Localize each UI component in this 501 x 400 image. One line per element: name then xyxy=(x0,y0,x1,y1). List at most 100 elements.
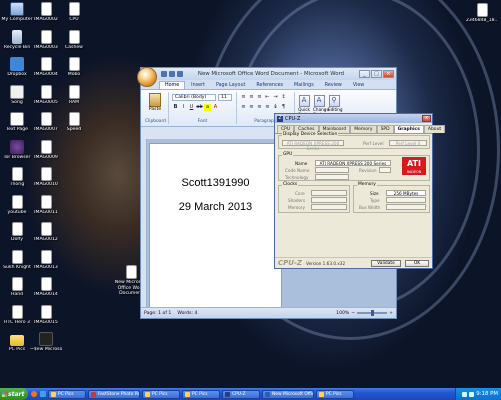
align-left-icon[interactable]: ≡ xyxy=(240,104,247,111)
close-button[interactable]: × xyxy=(383,70,394,78)
desktop-icon[interactable]: CPU xyxy=(58,2,90,23)
start-button[interactable]: start xyxy=(0,388,28,400)
bullets-icon[interactable]: ≡ xyxy=(240,94,247,101)
ribbon-tab-view[interactable]: View xyxy=(348,82,369,89)
ati-logo-text: ATI xyxy=(406,159,421,168)
desktop-icon[interactable]: Text Page xyxy=(1,112,33,133)
desktop-icon[interactable]: Cashew xyxy=(58,29,90,51)
bold-icon[interactable]: B xyxy=(172,104,179,111)
zoom-level[interactable]: 100% xyxy=(336,311,349,316)
decrease-indent-icon[interactable]: ⇤ xyxy=(264,94,271,101)
taskbar-button[interactable]: New Microsoft Offic... xyxy=(262,389,314,399)
cpuz-tab-about[interactable]: About xyxy=(423,125,446,133)
ok-button[interactable]: OK xyxy=(405,259,429,267)
align-right-icon[interactable]: ≡ xyxy=(256,104,263,111)
font-name-select[interactable]: Calibri (Body) xyxy=(172,94,216,101)
desktop-icon[interactable]: HTC Hero 3 xyxy=(1,304,33,326)
desktop-icon[interactable]: Dropbox xyxy=(1,57,33,78)
taskbar-button[interactable]: PC Pics xyxy=(142,389,180,399)
strikethrough-icon[interactable]: ab xyxy=(196,104,203,111)
numbering-icon[interactable]: ≡ xyxy=(248,94,255,101)
font-color-icon[interactable]: A xyxy=(212,104,219,111)
display-device-select[interactable]: ATI RADEON XPRESS 200 Series xyxy=(282,140,344,151)
desktop-icon[interactable]: Recycle Bin xyxy=(1,29,33,51)
sort-icon[interactable]: ↕ xyxy=(280,94,287,101)
firefox-quicklaunch-icon[interactable] xyxy=(31,391,37,397)
desktop-icon[interactable]: Hand xyxy=(1,277,33,298)
ribbon-tab-review[interactable]: Review xyxy=(320,82,347,89)
ribbon-tab-references[interactable]: References xyxy=(251,82,288,89)
desktop-icon[interactable]: Dolfy xyxy=(1,222,33,243)
save-icon[interactable] xyxy=(161,71,167,77)
undo-icon[interactable] xyxy=(169,71,175,77)
word-count[interactable]: Words: 4 xyxy=(177,311,197,316)
document-line-name[interactable]: Scott1391990 xyxy=(150,177,281,189)
zoom-slider[interactable] xyxy=(357,310,388,316)
revision-label: Revision xyxy=(359,168,377,173)
clock[interactable]: 9:18 PM xyxy=(476,391,498,397)
desktop-icon[interactable]: IMAG0014 xyxy=(30,277,62,298)
desktop-icon[interactable]: PC Pics xyxy=(1,332,33,353)
desktop-icon-label: IMAG0015 xyxy=(34,319,58,325)
desktop-icon[interactable]: ~$ew Microsoft Office Wor... xyxy=(30,332,62,353)
taskbar-button[interactable]: FastStone Photo Re... xyxy=(88,389,140,399)
ribbon-tab-mailings[interactable]: Mailings xyxy=(289,82,319,89)
page-count[interactable]: Page: 1 of 1 xyxy=(144,311,171,316)
taskbar-button-label: New Microsoft Offic... xyxy=(272,391,314,397)
highlight-icon[interactable]: a xyxy=(204,104,211,111)
zoom-out-icon[interactable]: − xyxy=(351,311,355,316)
zoom-in-icon[interactable]: + xyxy=(389,311,393,316)
taskbar-button[interactable]: PC Pics xyxy=(48,389,86,399)
cpuz-window[interactable]: Z CPU-Z × CPU Caches Mainboard Memory SPD Gra… xyxy=(274,113,446,269)
perf-level-select[interactable]: Perf Level 0 xyxy=(389,140,427,146)
ribbon-tab-page-layout[interactable]: Page Layout xyxy=(211,82,250,89)
cpuz-tab-spd[interactable]: SPD xyxy=(376,125,394,133)
desktop-icon[interactable]: RAM xyxy=(58,84,90,106)
desktop-icon[interactable]: IMAG0012 xyxy=(30,222,62,243)
taskbar-button[interactable]: PC Pics xyxy=(316,389,354,399)
desktop-icon[interactable]: Song xyxy=(1,84,33,106)
desktop-icon[interactable]: IMAG0013 xyxy=(30,249,62,271)
office-button-icon[interactable] xyxy=(137,67,157,87)
taskbar-button[interactable]: CPU-Z xyxy=(222,389,260,399)
desktop-icon[interactable]: IMAG0011 xyxy=(30,194,62,216)
document-line-date[interactable]: 29 March 2013 xyxy=(150,201,281,213)
underline-icon[interactable]: U xyxy=(188,104,195,111)
font-size-select[interactable]: 11 xyxy=(218,94,232,101)
desktop-icon[interactable]: youtube xyxy=(1,194,33,216)
desktop-icon[interactable]: Mobo xyxy=(58,57,90,78)
show-marks-icon[interactable]: ¶ xyxy=(280,104,287,111)
volume-icon[interactable] xyxy=(469,391,475,397)
network-icon[interactable] xyxy=(462,391,468,397)
taskbar-button[interactable]: PC Pics xyxy=(182,389,220,399)
paste-button[interactable]: Paste xyxy=(146,92,164,116)
increase-indent-icon[interactable]: ⇥ xyxy=(272,94,279,101)
cpuz-close-button[interactable]: × xyxy=(422,115,431,122)
desktop-icon[interactable]: 2346848_18... xyxy=(466,3,498,24)
desktop-icon[interactable]: My Computer xyxy=(1,2,33,23)
validate-button[interactable]: Validate xyxy=(371,259,401,267)
desktop-icon[interactable]: Tor Browser xyxy=(1,139,33,161)
desktop-icon[interactable]: Thorig xyxy=(1,167,33,188)
cpuz-tab-graphics[interactable]: Graphics xyxy=(393,125,424,133)
cpuz-tab-memory[interactable]: Memory xyxy=(350,125,377,133)
word-title-bar[interactable]: New Microsoft Office Word Document - Mic… xyxy=(141,68,396,80)
desktop-icon[interactable]: Speed xyxy=(58,112,90,133)
ribbon-tab-insert[interactable]: Insert xyxy=(186,82,210,89)
cpuz-title-bar[interactable]: Z CPU-Z × xyxy=(275,114,432,123)
desktop-icon[interactable]: IMAG0009 xyxy=(30,139,62,161)
multilevel-list-icon[interactable]: ≡ xyxy=(256,94,263,101)
desktop-icon[interactable]: Sukh Knight xyxy=(1,249,33,271)
justify-icon[interactable]: ≡ xyxy=(264,104,271,111)
italic-icon[interactable]: I xyxy=(180,104,187,111)
desktop-icon-label: PC Pics xyxy=(8,347,26,352)
line-spacing-icon[interactable]: ↨ xyxy=(272,104,279,111)
zoom-control[interactable]: 100% − + xyxy=(336,310,393,316)
desktop-icon[interactable]: IMAG0015 xyxy=(30,304,62,326)
minimize-button[interactable]: _ xyxy=(359,70,370,78)
desktop-icon[interactable]: IMAG0010 xyxy=(30,167,62,188)
document-page[interactable]: Scott1391990 29 March 2013 xyxy=(149,143,282,307)
maximize-button[interactable]: □ xyxy=(371,70,382,78)
ribbon-tab-home[interactable]: Home xyxy=(159,81,186,89)
align-center-icon[interactable]: ≡ xyxy=(248,104,255,111)
